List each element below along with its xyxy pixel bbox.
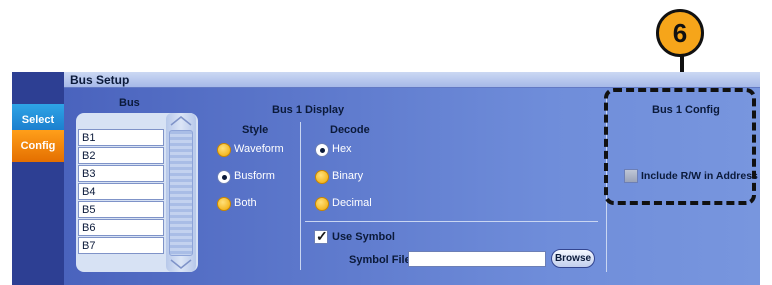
bus-item-b4[interactable]: B4 (78, 183, 164, 200)
use-symbol-label: Use Symbol (332, 231, 395, 243)
radio-decode-hex[interactable] (315, 143, 329, 157)
step-callout-badge: 6 (656, 9, 704, 57)
symbol-file-label: Symbol File (349, 254, 411, 266)
bus-item-b2[interactable]: B2 (78, 147, 164, 164)
bus-item-b1[interactable]: B1 (78, 129, 164, 146)
use-symbol-checkbox[interactable] (314, 228, 328, 245)
bus-item-b3[interactable]: B3 (78, 165, 164, 182)
bus-item-b6[interactable]: B6 (78, 219, 164, 236)
symbol-file-input[interactable] (408, 251, 546, 267)
radio-style-both[interactable] (217, 197, 231, 211)
symbol-divider (305, 221, 598, 222)
bus-item-b7[interactable]: B7 (78, 237, 164, 254)
bus-list-header: Bus (119, 97, 140, 109)
panel-title-bar (64, 72, 760, 88)
radio-style-both-label: Both (234, 197, 257, 209)
radio-decode-binary[interactable] (315, 170, 329, 184)
radio-style-waveform-label: Waveform (234, 143, 284, 155)
radio-decode-decimal-label: Decimal (332, 197, 372, 209)
decode-label: Decode (330, 124, 370, 136)
browse-button[interactable]: Browse (551, 249, 595, 268)
style-label: Style (242, 124, 269, 136)
scroll-down-arrow-icon[interactable] (168, 258, 194, 270)
display-section-title: Bus 1 Display (272, 104, 345, 116)
radio-style-busform-label: Busform (234, 170, 275, 182)
bus-item-b5[interactable]: B5 (78, 201, 164, 218)
section-divider (300, 122, 301, 270)
highlight-frame (604, 88, 756, 205)
radio-decode-binary-label: Binary (332, 170, 364, 182)
radio-style-waveform[interactable] (217, 143, 231, 157)
bus-list-scroll-thumb[interactable] (169, 130, 193, 256)
panel-title: Bus Setup (70, 73, 130, 87)
radio-decode-decimal[interactable] (315, 197, 329, 211)
radio-style-busform[interactable] (217, 170, 231, 184)
scroll-up-arrow-icon[interactable] (168, 115, 194, 127)
radio-decode-hex-label: Hex (332, 143, 352, 155)
tab-config[interactable]: Config (12, 130, 64, 162)
